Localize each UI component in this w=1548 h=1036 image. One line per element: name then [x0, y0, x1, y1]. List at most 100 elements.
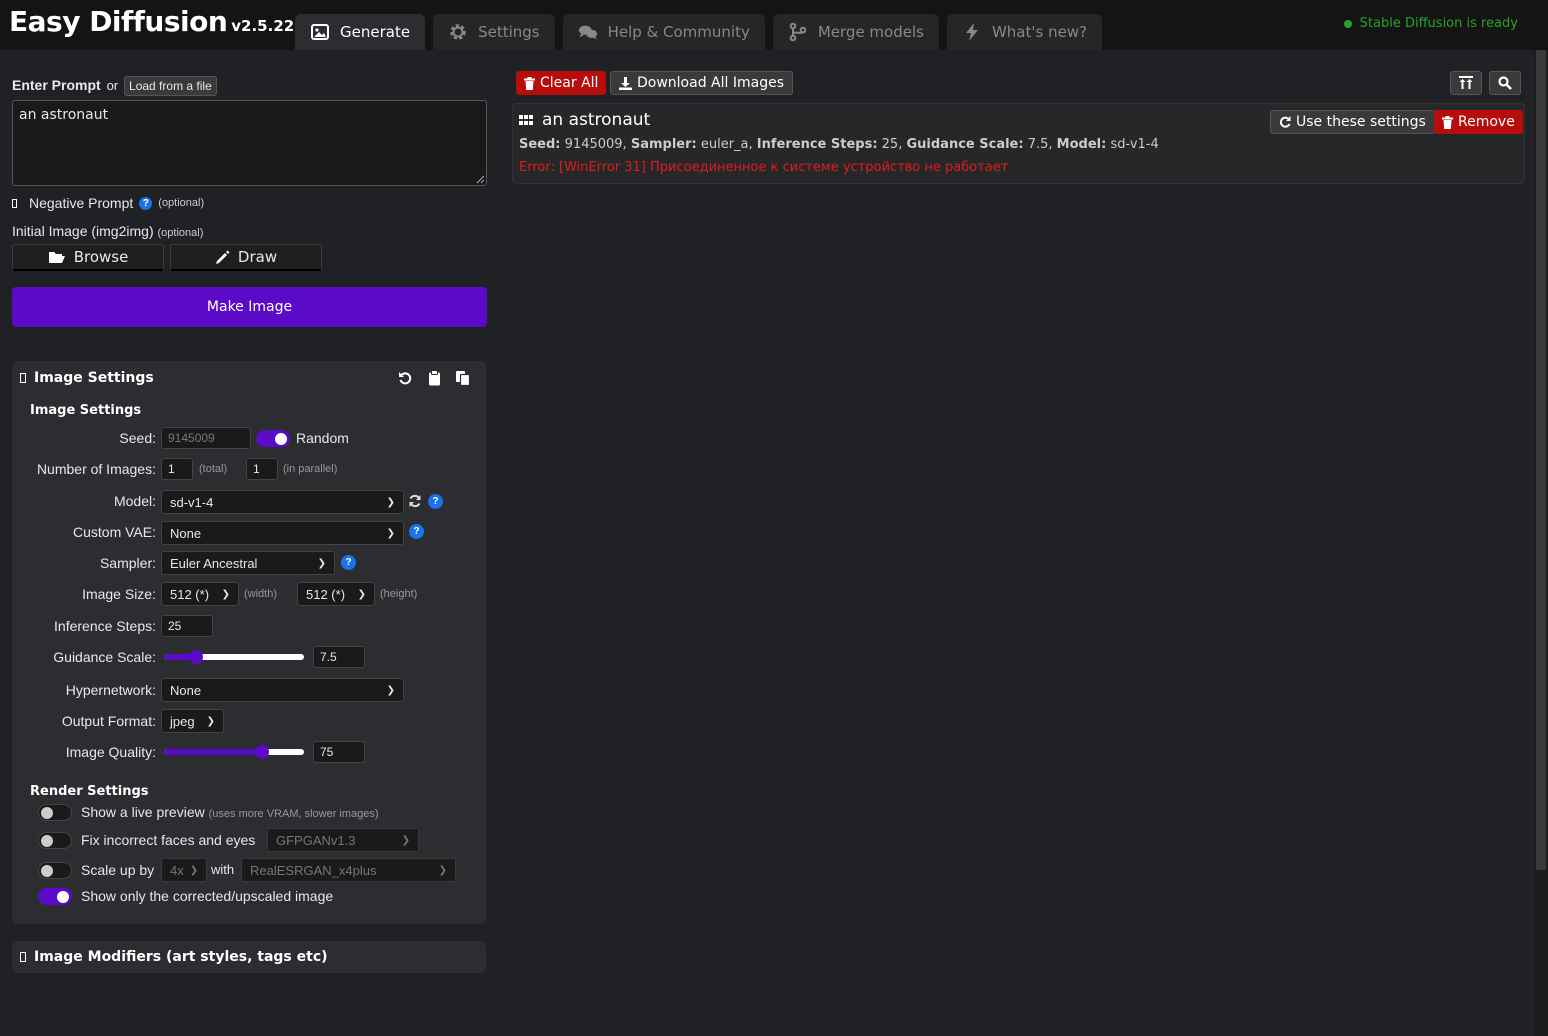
fix-faces-toggle[interactable] [38, 832, 72, 849]
live-preview-toggle[interactable] [38, 804, 72, 821]
tab-generate[interactable]: Generate [295, 14, 426, 50]
hypernetwork-label: Hypernetwork: [65, 682, 156, 698]
chevron-down-icon: ❯ [221, 588, 230, 600]
image-quality-input[interactable]: 75 [313, 741, 365, 763]
vae-select[interactable]: None ❯ [161, 521, 404, 545]
scale-factor-select[interactable]: 4x ❯ [161, 858, 207, 882]
help-icon[interactable]: ? [409, 524, 424, 539]
sampler-value: Euler Ancestral [170, 555, 258, 571]
height-select[interactable]: 512 (*) ❯ [297, 582, 375, 606]
status-dot-icon [1343, 19, 1352, 28]
parallel-hint: (in parallel) [283, 463, 338, 475]
chevron-down-icon: ❯ [386, 496, 395, 508]
page-scrollbar[interactable] [1534, 50, 1548, 1036]
image-settings-header[interactable]: Image Settings [20, 370, 154, 386]
prompt-input[interactable]: an astronaut [12, 100, 487, 186]
sampler-val: euler_a, [700, 137, 753, 152]
image-icon [311, 24, 329, 40]
make-image-button[interactable]: Make Image [12, 287, 487, 327]
prompt-label: Enter Prompt [12, 77, 101, 93]
tab-label: Generate [340, 23, 411, 41]
remove-label: Remove [1458, 114, 1515, 130]
use-these-settings-button[interactable]: Use these settings [1270, 110, 1435, 134]
num-images-total-input[interactable]: 1 [161, 458, 193, 480]
prompt-label-row: Enter Prompt or Load from a file [12, 76, 217, 96]
total-hint: (total) [199, 463, 228, 475]
with-label: with [211, 862, 235, 877]
clear-all-button[interactable]: Clear All [516, 71, 607, 95]
sampler-select[interactable]: Euler Ancestral ❯ [161, 551, 335, 575]
load-from-file-button[interactable]: Load from a file [124, 76, 217, 96]
task-title[interactable]: an astronaut [519, 110, 650, 130]
inference-steps-label: Inference Steps: [54, 618, 156, 634]
tab-whats-new[interactable]: What's new? [946, 14, 1103, 50]
copy-icon[interactable] [455, 370, 471, 386]
guidance-scale-input[interactable]: 7.5 [313, 646, 365, 668]
seed-input[interactable]: 9145009 [161, 427, 251, 449]
toggle-knob [275, 433, 287, 445]
scale-up-label: Scale up by [81, 862, 155, 878]
negative-prompt-row[interactable]: Negative Prompt ? (optional) [12, 195, 204, 211]
app-logo: Easy Diffusion v2.5.22 [9, 5, 294, 38]
gear-icon [450, 24, 466, 40]
corrected-only-label: Show only the corrected/upscaled image [81, 888, 334, 904]
face-model-select[interactable]: GFPGANv1.3 ❯ [267, 828, 419, 852]
hypernetwork-select[interactable]: None ❯ [161, 678, 404, 702]
magnifier-icon [1498, 76, 1512, 90]
branch-icon [789, 22, 807, 42]
chevron-down-icon: ❯ [386, 527, 395, 539]
chevron-down-icon: ❯ [206, 715, 215, 727]
resize-handle-icon [476, 175, 485, 184]
live-preview-hint: (uses more VRAM, slower images) [208, 808, 379, 820]
guidance-val: 7.5, [1027, 137, 1053, 152]
image-modifiers-panel[interactable]: Image Modifiers (art styles, tags etc) [12, 941, 486, 973]
scrollbar-thumb[interactable] [1536, 50, 1546, 870]
steps-key: Inference Steps: [756, 137, 878, 152]
toggle-knob [57, 891, 69, 903]
image-quality-label: Image Quality: [65, 744, 156, 760]
clipboard-icon[interactable] [428, 370, 441, 386]
help-icon[interactable]: ? [139, 196, 153, 210]
folder-open-icon [48, 252, 65, 263]
scroll-to-top-button[interactable] [1450, 71, 1482, 95]
browse-button[interactable]: Browse [12, 244, 164, 271]
remove-task-button[interactable]: Remove [1434, 110, 1523, 134]
num-images-label: Number of Images: [36, 461, 156, 477]
help-icon[interactable]: ? [428, 494, 443, 509]
reset-icon[interactable] [398, 371, 413, 386]
toggle-knob [41, 835, 53, 847]
seed-label: Seed: [119, 430, 156, 446]
tab-merge-models[interactable]: Merge models [772, 14, 939, 50]
image-modifiers-header[interactable]: Image Modifiers (art styles, tags etc) [20, 949, 328, 965]
tab-settings[interactable]: Settings [433, 14, 555, 50]
zoom-button[interactable] [1489, 71, 1521, 95]
guidance-scale-slider[interactable] [164, 649, 304, 665]
chevron-down-icon: ❯ [386, 684, 395, 696]
random-seed-toggle[interactable] [256, 430, 290, 447]
help-icon[interactable]: ? [341, 555, 356, 570]
image-quality-slider[interactable] [164, 744, 304, 760]
slider-fill [164, 749, 262, 755]
seed-val: 9145009, [564, 137, 627, 152]
model-select[interactable]: sd-v1-4 ❯ [161, 490, 404, 514]
tab-help-community[interactable]: Help & Community [562, 14, 765, 50]
output-format-value: jpeg [170, 713, 195, 729]
slider-thumb[interactable] [254, 745, 269, 759]
collapse-bracket-icon [20, 373, 26, 383]
task-error-message: Error: [WinError 31] Присоединенное к си… [519, 160, 1009, 175]
scale-up-toggle[interactable] [38, 862, 72, 879]
output-format-select[interactable]: jpeg ❯ [161, 709, 224, 733]
pencil-icon [215, 250, 230, 264]
refresh-icon[interactable] [408, 494, 422, 508]
slider-thumb[interactable] [189, 650, 204, 664]
draw-button[interactable]: Draw [170, 244, 322, 271]
guidance-key: Guidance Scale: [906, 137, 1024, 152]
inference-steps-input[interactable]: 25 [161, 615, 213, 637]
upscaler-select[interactable]: RealESRGAN_x4plus ❯ [241, 858, 456, 882]
download-all-button[interactable]: Download All Images [610, 71, 793, 95]
num-images-parallel-input[interactable]: 1 [246, 458, 278, 480]
redo-icon [1279, 116, 1291, 128]
corrected-only-toggle[interactable] [38, 888, 72, 905]
width-select[interactable]: 512 (*) ❯ [161, 582, 239, 606]
grip-icon[interactable] [519, 115, 533, 125]
